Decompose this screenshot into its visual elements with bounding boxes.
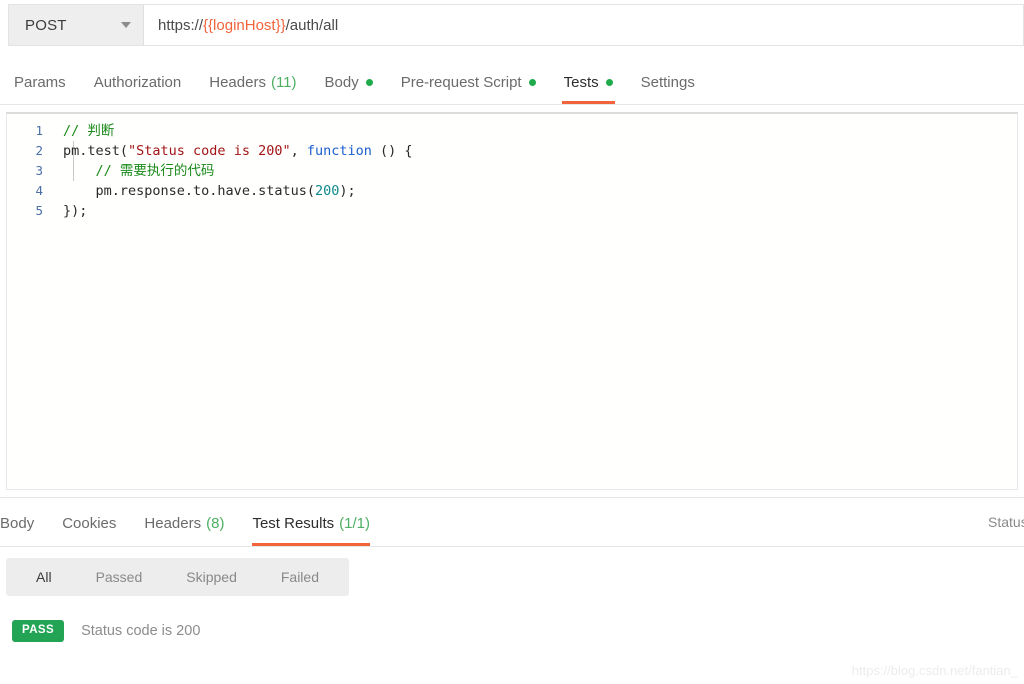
tab-params-label: Params (14, 73, 66, 91)
tab-headers-label: Headers (209, 73, 266, 91)
status-badge: PASS (12, 620, 65, 642)
line-number: 3 (35, 163, 43, 178)
tab-pre-request-script[interactable]: Pre-request Script (387, 60, 550, 104)
tab-tests-label: Tests (563, 73, 599, 91)
response-tab-test-results[interactable]: Test Results (1/1) (238, 500, 384, 546)
tab-pre-request-script-label: Pre-request Script (400, 73, 522, 91)
watermark: https://blog.csdn.net/fantian_ (851, 663, 1018, 678)
content-indicator-dot-icon (605, 78, 613, 86)
code-token-punct: ); (339, 183, 356, 199)
response-tab-body-label: Body (0, 514, 35, 532)
tab-settings[interactable]: Settings (627, 60, 709, 104)
code-line-content: pm.response.to.have.status(200); (53, 181, 356, 201)
code-token-string: "Status code is 200" (128, 143, 291, 159)
response-tab-test-results-count: (1/1) (339, 514, 370, 532)
tab-settings-label: Settings (640, 73, 695, 91)
response-tab-cookies-label: Cookies (62, 514, 117, 532)
code-line: 1 // 判断 (7, 121, 1017, 141)
http-method-selector[interactable]: POST (9, 5, 144, 45)
chevron-down-icon (121, 22, 131, 28)
content-indicator-dot-icon (365, 78, 373, 86)
test-result-filter-bar: All Passed Skipped Failed (6, 558, 349, 596)
code-token-comment: // 需要执行的代码 (95, 163, 215, 179)
code-token-params: () { (371, 143, 413, 159)
tab-authorization-label: Authorization (93, 73, 182, 91)
code-token-call: pm.response.to.have.status( (95, 183, 315, 199)
url-prefix-text: https:// (158, 16, 204, 34)
tab-body[interactable]: Body (311, 60, 387, 104)
filter-all[interactable]: All (14, 558, 74, 596)
response-tab-headers-label: Headers (144, 514, 202, 532)
filter-failed[interactable]: Failed (259, 558, 341, 596)
code-token-keyword: function (306, 143, 372, 159)
code-token-punct: }); (63, 203, 88, 219)
code-area[interactable]: 1 // 判断 2 pm.test("Status code is 200", … (7, 114, 1017, 221)
code-line: 5 }); (7, 201, 1017, 221)
tab-tests[interactable]: Tests (550, 60, 627, 104)
url-variable-token: {{loginHost}} (203, 16, 286, 34)
http-method-label: POST (25, 16, 67, 34)
request-tab-bar: Params Authorization Headers (11) Body P… (0, 60, 1024, 105)
code-line-content: pm.test("Status code is 200", function (… (53, 141, 413, 161)
line-number: 2 (35, 143, 43, 158)
tab-body-label: Body (324, 73, 359, 91)
code-line: 2 pm.test("Status code is 200", function… (7, 141, 1017, 161)
response-tab-cookies[interactable]: Cookies (48, 500, 130, 546)
tab-headers[interactable]: Headers (11) (195, 60, 310, 104)
line-number: 1 (35, 123, 43, 138)
line-number: 4 (35, 183, 43, 198)
filter-passed[interactable]: Passed (74, 558, 165, 596)
code-token-number: 200 (314, 183, 340, 199)
response-tab-headers[interactable]: Headers (8) (130, 500, 238, 546)
tab-params[interactable]: Params (0, 60, 80, 104)
code-line: 4 pm.response.to.have.status(200); (7, 181, 1017, 201)
line-number: 5 (35, 203, 43, 218)
response-tab-test-results-label: Test Results (252, 514, 335, 532)
test-result-item: PASS Status code is 200 (12, 620, 200, 642)
code-token-comment: // 判断 (63, 123, 115, 139)
code-line-content: }); (53, 201, 87, 221)
tab-headers-count: (11) (270, 73, 297, 91)
code-line-content: // 需要执行的代码 (53, 161, 215, 181)
request-url-bar: POST https://{{loginHost}}/auth/all (8, 4, 1024, 46)
response-status-label: Status (988, 514, 1024, 530)
response-section-divider (0, 497, 1024, 498)
tab-authorization[interactable]: Authorization (80, 60, 196, 104)
response-tab-bar: Body Cookies Headers (8) Test Results (1… (0, 500, 1024, 547)
tests-script-editor[interactable]: 1 // 判断 2 pm.test("Status code is 200", … (6, 112, 1018, 490)
code-token-comma: , (290, 143, 307, 159)
response-tab-body[interactable]: Body (0, 500, 48, 546)
code-line: 3 // 需要执行的代码 (7, 161, 1017, 181)
content-indicator-dot-icon (528, 78, 536, 86)
url-suffix-text: /auth/all (285, 16, 339, 34)
response-tab-headers-count: (8) (206, 514, 225, 532)
filter-skipped[interactable]: Skipped (164, 558, 259, 596)
test-result-name: Status code is 200 (81, 622, 201, 639)
code-line-content: // 判断 (53, 121, 114, 141)
request-url-input[interactable]: https://{{loginHost}}/auth/all (144, 5, 1023, 45)
code-token-call: pm.test( (63, 143, 129, 159)
